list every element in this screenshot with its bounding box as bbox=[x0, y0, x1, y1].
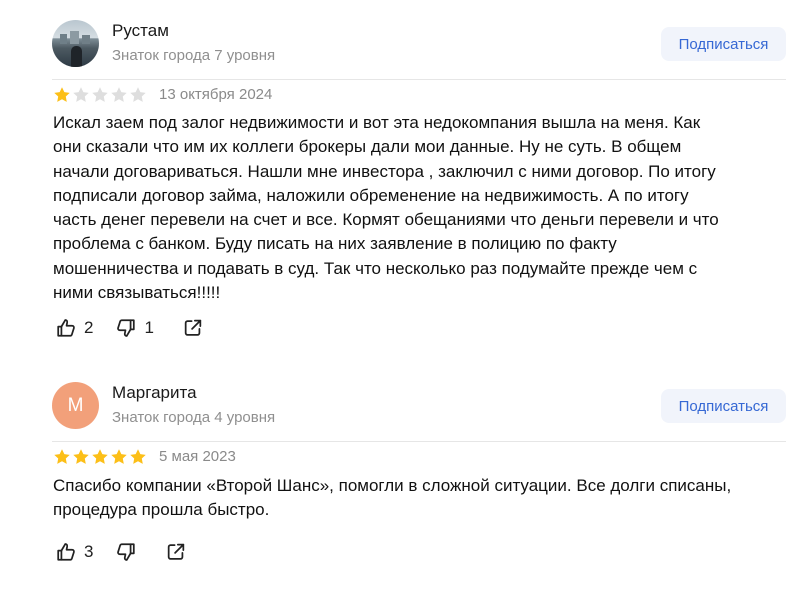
review-text-line: подписали договор займа, наложили обреме… bbox=[53, 185, 689, 205]
subscribe-button[interactable]: Подписаться bbox=[661, 389, 786, 423]
dislike-button[interactable]: 1 bbox=[115, 317, 154, 339]
share-button[interactable] bbox=[182, 317, 204, 339]
review-text: Искал заем под залог недвижимости и вот … bbox=[53, 111, 793, 305]
author-avatar[interactable]: М bbox=[52, 382, 99, 429]
star-empty-icon bbox=[130, 87, 146, 102]
review-text-line: Искал заем под залог недвижимости и вот … bbox=[53, 113, 701, 132]
review-text-line: часть денег перевели на счет и все. Корм… bbox=[53, 210, 719, 230]
review-text-line: процедура прошла быстро. bbox=[53, 500, 270, 520]
rating-stars bbox=[53, 448, 147, 466]
review-text-line: начали договариваться. Нашли мне инвесто… bbox=[53, 161, 716, 181]
review-date: 5 мая 2023 bbox=[159, 448, 236, 465]
star-filled-icon bbox=[92, 449, 108, 464]
star-empty-icon bbox=[92, 87, 108, 102]
star-filled-icon bbox=[54, 87, 70, 102]
author-name[interactable]: Маргарита bbox=[112, 383, 197, 403]
divider bbox=[52, 79, 786, 80]
review-text: Спасибо компании «Второй Шанс», помогли … bbox=[53, 474, 793, 523]
like-button[interactable]: 3 bbox=[55, 541, 93, 563]
star-filled-icon bbox=[111, 449, 127, 464]
like-count: 3 bbox=[84, 542, 94, 561]
review-text-line: Спасибо компании «Второй Шанс», помогли … bbox=[53, 476, 732, 495]
review-text-line: мошенничества и подавать в суд. Так что … bbox=[53, 258, 698, 278]
share-icon bbox=[182, 317, 204, 339]
like-count: 2 bbox=[84, 318, 94, 337]
thumbs-down-icon bbox=[115, 541, 137, 563]
thumbs-down-icon bbox=[115, 317, 137, 339]
star-empty-icon bbox=[111, 87, 127, 102]
dislike-button[interactable] bbox=[115, 541, 137, 563]
thumbs-up-icon bbox=[55, 317, 77, 339]
divider bbox=[52, 441, 786, 442]
review-date: 13 октября 2024 bbox=[159, 86, 273, 103]
share-button[interactable] bbox=[165, 541, 187, 563]
dislike-count: 1 bbox=[144, 318, 154, 337]
review-text-line: ними связываться!!!!! bbox=[53, 283, 221, 303]
star-filled-icon bbox=[54, 449, 70, 464]
thumbs-up-icon bbox=[55, 541, 77, 563]
star-empty-icon bbox=[73, 87, 89, 102]
share-icon bbox=[165, 541, 187, 563]
star-filled-icon bbox=[130, 449, 146, 464]
author-level: Знаток города 4 уровня bbox=[112, 409, 276, 426]
star-filled-icon bbox=[73, 449, 89, 464]
review-text-line: они сказали что им их коллеги брокеры да… bbox=[53, 137, 682, 157]
author-avatar[interactable] bbox=[52, 20, 99, 67]
author-level: Знаток города 7 уровня bbox=[112, 47, 276, 64]
subscribe-button[interactable]: Подписаться bbox=[661, 27, 786, 61]
author-name[interactable]: Рустам bbox=[112, 21, 169, 41]
like-button[interactable]: 2 bbox=[55, 317, 93, 339]
review-actions: 2 1 bbox=[55, 317, 204, 339]
review-text-line: проблема с банком. Буду писать на них за… bbox=[53, 234, 617, 254]
avatar-letter: М bbox=[67, 394, 84, 416]
rating-stars bbox=[53, 86, 147, 104]
review-actions: 3 bbox=[55, 541, 187, 563]
